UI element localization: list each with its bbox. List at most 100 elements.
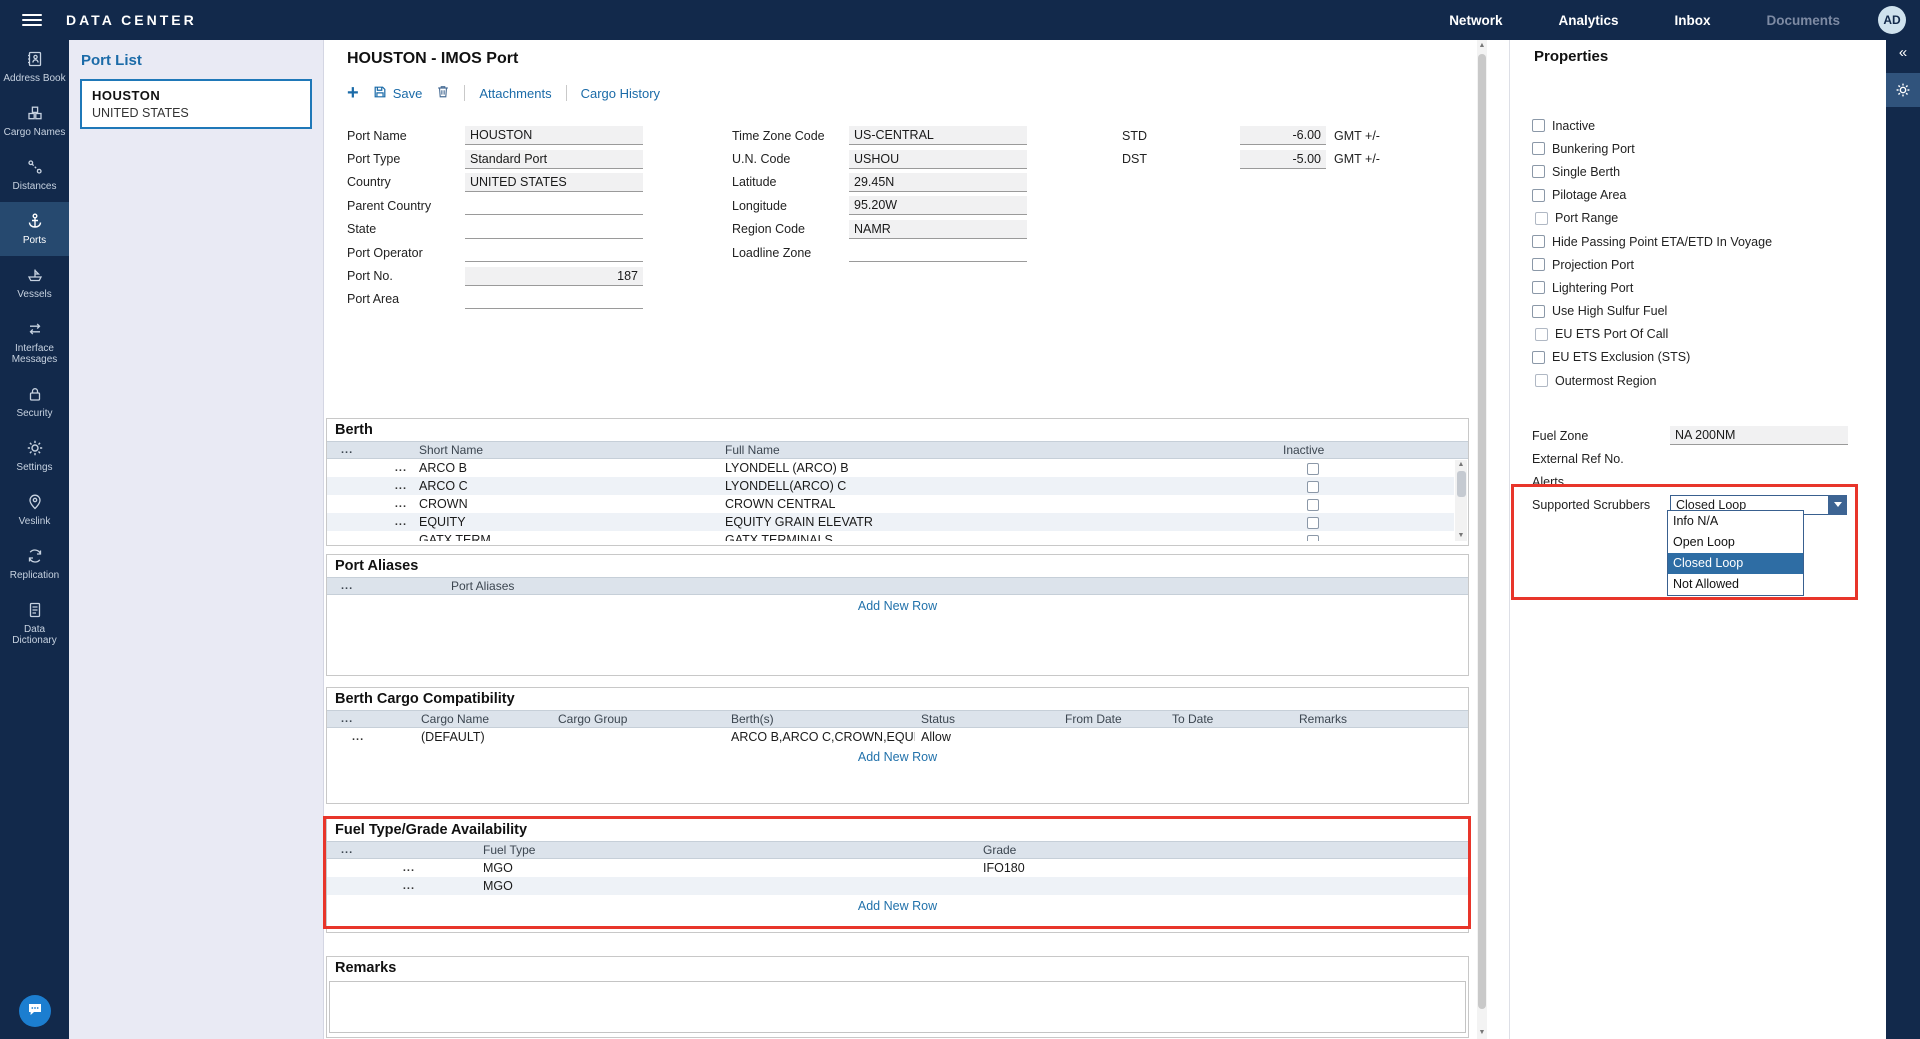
inactive-checkbox[interactable] [1307, 517, 1319, 529]
outermost-region-checkbox[interactable] [1535, 374, 1548, 387]
eu-ets-exclusion-checkbox[interactable] [1532, 351, 1545, 364]
eu-ets-port-of-call-checkbox[interactable] [1535, 328, 1548, 341]
sidebar-item-distances[interactable]: Distances [0, 148, 69, 202]
dst-input[interactable]: -5.00 [1240, 150, 1326, 169]
port-type-input[interactable]: Standard Port [465, 150, 643, 169]
cargo-history-button[interactable]: Cargo History [581, 86, 660, 101]
nav-documents[interactable]: Documents [1738, 13, 1868, 28]
scroll-up-icon[interactable]: ▲ [1455, 460, 1467, 470]
checkbox-row-port-range[interactable]: Port Range [1535, 207, 1878, 230]
sidebar-item-data-dictionary[interactable]: Data Dictionary [0, 591, 69, 656]
sidebar-item-replication[interactable]: Replication [0, 537, 69, 591]
checkbox-row-inactive[interactable]: Inactive [1532, 114, 1878, 137]
menu-icon[interactable] [22, 14, 42, 26]
checkbox-row-bunkering-port[interactable]: Bunkering Port [1532, 137, 1878, 160]
main-scrollbar[interactable]: ▲ ▼ [1477, 40, 1487, 1039]
row-actions-button[interactable]: ... [327, 534, 413, 541]
port-list-item-houston[interactable]: HOUSTON UNITED STATES [80, 79, 312, 129]
row-actions-button[interactable]: ... [327, 480, 413, 492]
inactive-checkbox[interactable] [1307, 463, 1319, 475]
remarks-textarea[interactable] [329, 981, 1466, 1033]
sidebar-item-interface-messages[interactable]: Interface Messages [0, 310, 69, 375]
scrollbar-thumb[interactable] [1457, 471, 1466, 497]
port-operator-input[interactable] [465, 243, 643, 262]
port-no-input[interactable]: 187 [465, 267, 643, 286]
scroll-down-icon[interactable]: ▼ [1477, 1027, 1487, 1039]
pilotage-area-checkbox[interactable] [1532, 189, 1545, 202]
table-row[interactable]: ... EQUITY EQUITY GRAIN ELEVATR [327, 513, 1454, 531]
add-new-row-link[interactable]: Add New Row [327, 895, 1468, 917]
single-berth-checkbox[interactable] [1532, 165, 1545, 178]
longitude-input[interactable]: 95.20W [849, 196, 1027, 215]
row-actions-button[interactable]: ... [327, 498, 413, 510]
nav-inbox[interactable]: Inbox [1646, 13, 1738, 28]
checkbox-row-projection-port[interactable]: Projection Port [1532, 253, 1878, 276]
sidebar-item-security[interactable]: Security [0, 375, 69, 429]
gear-icon[interactable] [1886, 73, 1920, 107]
nav-network[interactable]: Network [1421, 13, 1530, 28]
checkbox-row-eu-ets-exclusion[interactable]: EU ETS Exclusion (STS) [1532, 346, 1878, 369]
chevron-down-icon[interactable] [1828, 495, 1847, 515]
add-new-row-link[interactable]: Add New Row [327, 746, 1468, 768]
table-row[interactable]: ... ARCO C LYONDELL(ARCO) C [327, 477, 1454, 495]
sidebar-item-veslink[interactable]: Veslink [0, 483, 69, 537]
scrubbers-option-not-allowed[interactable]: Not Allowed [1668, 574, 1803, 595]
new-button[interactable]: + [347, 83, 359, 103]
inactive-checkbox[interactable] [1307, 535, 1319, 541]
sidebar-item-settings[interactable]: Settings [0, 429, 69, 483]
sidebar-item-ports[interactable]: Ports [0, 202, 69, 256]
un-code-input[interactable]: USHOU [849, 150, 1027, 169]
fuel-zone-input[interactable]: NA 200NM [1670, 426, 1848, 445]
scroll-down-icon[interactable]: ▼ [1455, 531, 1467, 541]
table-row[interactable]: ... MGO [327, 877, 1468, 895]
sidebar-item-vessels[interactable]: Vessels [0, 256, 69, 310]
scrollbar-thumb[interactable] [1478, 54, 1486, 1009]
sidebar-item-cargo-names[interactable]: Cargo Names [0, 94, 69, 148]
delete-button[interactable] [436, 84, 450, 102]
table-row[interactable]: ... GATX TERM GATX TERMINALS [327, 531, 1454, 541]
attachments-button[interactable]: Attachments [479, 86, 551, 101]
checkbox-row-outermost-region[interactable]: Outermost Region [1535, 369, 1878, 392]
scrubbers-option-open-loop[interactable]: Open Loop [1668, 532, 1803, 553]
table-row[interactable]: ... MGO IFO180 [327, 859, 1468, 877]
state-input[interactable] [465, 220, 643, 239]
std-input[interactable]: -6.00 [1240, 126, 1326, 145]
time-zone-code-input[interactable]: US-CENTRAL [849, 126, 1027, 145]
add-new-row-link[interactable]: Add New Row [327, 595, 1468, 617]
hide-passing-point-checkbox[interactable] [1532, 235, 1545, 248]
port-range-checkbox[interactable] [1535, 212, 1548, 225]
checkbox-row-pilotage-area[interactable]: Pilotage Area [1532, 184, 1878, 207]
checkbox-row-eu-ets-port-of-call[interactable]: EU ETS Port Of Call [1535, 323, 1878, 346]
avatar[interactable]: AD [1878, 6, 1906, 34]
table-row[interactable]: ... CROWN CROWN CENTRAL [327, 495, 1454, 513]
row-actions-button[interactable]: ... [327, 462, 413, 474]
scroll-up-icon[interactable]: ▲ [1477, 40, 1487, 52]
nav-analytics[interactable]: Analytics [1530, 13, 1646, 28]
inactive-checkbox[interactable] [1532, 119, 1545, 132]
loadline-zone-input[interactable] [849, 243, 1027, 262]
bunkering-port-checkbox[interactable] [1532, 142, 1545, 155]
row-actions-button[interactable]: ... [327, 862, 477, 874]
parent-country-input[interactable] [465, 196, 643, 215]
use-high-sulfur-fuel-checkbox[interactable] [1532, 305, 1545, 318]
projection-port-checkbox[interactable] [1532, 258, 1545, 271]
scrubbers-option-closed-loop[interactable]: Closed Loop [1668, 553, 1803, 574]
chat-button[interactable] [19, 995, 51, 1027]
region-code-input[interactable]: NAMR [849, 220, 1027, 239]
port-name-input[interactable]: HOUSTON [465, 126, 643, 145]
row-actions-button[interactable]: ... [327, 731, 415, 743]
table-row[interactable]: ... ARCO B LYONDELL (ARCO) B [327, 459, 1454, 477]
collapse-panel-icon[interactable]: « [1886, 40, 1920, 61]
checkbox-row-lightering-port[interactable]: Lightering Port [1532, 276, 1878, 299]
latitude-input[interactable]: 29.45N [849, 173, 1027, 192]
sidebar-item-address-book[interactable]: Address Book [0, 40, 69, 94]
checkbox-row-use-high-sulfur-fuel[interactable]: Use High Sulfur Fuel [1532, 300, 1878, 323]
lightering-port-checkbox[interactable] [1532, 281, 1545, 294]
checkbox-row-single-berth[interactable]: Single Berth [1532, 160, 1878, 183]
checkbox-row-hide-passing-point[interactable]: Hide Passing Point ETA/ETD In Voyage [1532, 230, 1878, 253]
row-actions-button[interactable]: ... [327, 516, 413, 528]
save-button[interactable]: Save [373, 85, 423, 102]
row-actions-button[interactable]: ... [327, 880, 477, 892]
inactive-checkbox[interactable] [1307, 499, 1319, 511]
inactive-checkbox[interactable] [1307, 481, 1319, 493]
